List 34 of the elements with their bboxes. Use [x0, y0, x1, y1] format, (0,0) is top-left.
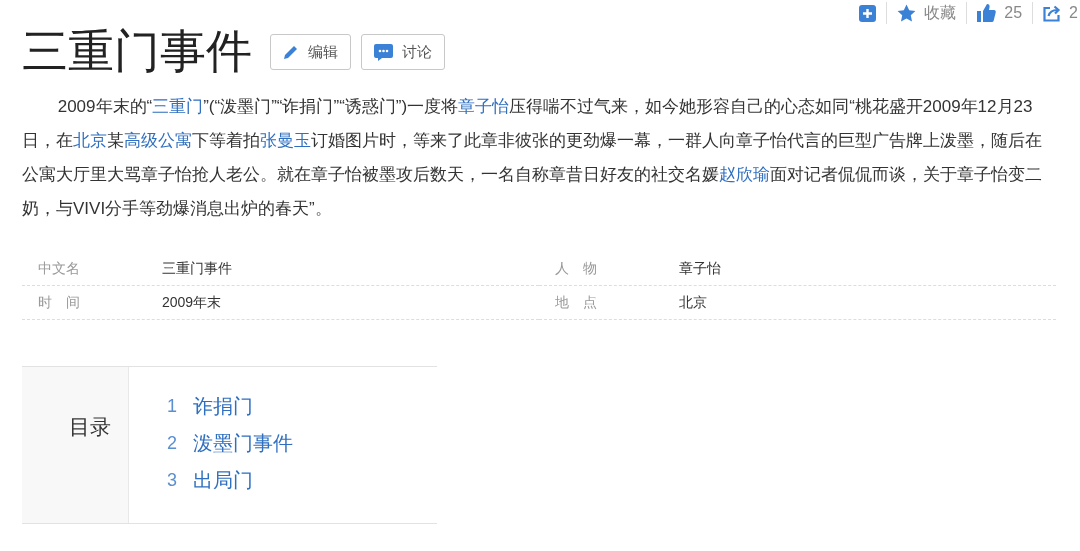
discuss-button[interactable]: 讨论	[361, 34, 445, 70]
link[interactable]: 赵欣瑜	[719, 165, 770, 184]
section-number: 1	[167, 396, 177, 417]
section-number: 3	[167, 470, 177, 491]
info-value: 北京	[679, 293, 707, 312]
info-label: 地 点	[554, 293, 598, 312]
share-button[interactable]: 2	[1041, 1, 1080, 25]
share-icon	[1043, 4, 1062, 22]
link[interactable]: 张曼玉	[260, 131, 311, 150]
info-value: 三重门事件	[162, 259, 232, 278]
like-button[interactable]: 25	[975, 1, 1025, 25]
edit-button[interactable]: 编辑	[270, 34, 351, 70]
info-label: 人 物	[554, 259, 598, 278]
pencil-icon	[283, 44, 299, 60]
info-value: 2009年末	[162, 293, 222, 312]
link[interactable]: 章子怡	[458, 97, 510, 116]
page-title: 三重门事件	[22, 25, 252, 79]
favorite-button[interactable]: 收藏	[895, 1, 959, 25]
contents-link[interactable]: 诈捐门	[193, 393, 253, 420]
link[interactable]: 北京	[73, 131, 107, 150]
thumbs-up-icon	[977, 4, 997, 22]
star-icon	[897, 4, 917, 22]
info-label: 中文名	[37, 259, 81, 278]
link[interactable]: 高级公寓	[124, 131, 192, 150]
contents-heading: 目录	[69, 414, 111, 440]
info-label: 时 间	[37, 293, 81, 312]
section-number: 2	[167, 433, 177, 454]
info-value: 章子怡	[679, 259, 721, 278]
contents-link[interactable]: 出局门	[193, 467, 253, 494]
chat-bubble-icon	[374, 43, 393, 61]
link[interactable]: 三重门	[152, 97, 204, 116]
plus-icon	[859, 4, 877, 22]
contents-link[interactable]: 泼墨门事件	[193, 430, 293, 457]
summary-paragraph: 2009年末的“三重门”(“泼墨门”“诈捐门”“诱惑门”)一度将章子怡压得喘不过气来，如今她形容自己的心态如同“桃花盛开2009年12月23日，在北京某高级公寓下等着拍张曼玉订婚图片时，等来了此章非彼张的更劲爆一幕，一群人向章子怡代言的巨型广告牌上泼墨，随后在公寓大厅里大骂章子怡抢人老公。就在章子怡被墨攻后数天，一名自称章昔日好友的社交名媛赵欣瑜面对记者侃侃而谈，关于章子怡变二奶，与VIVI分手等劲爆消息出炉的春天”。	[22, 96, 1043, 220]
